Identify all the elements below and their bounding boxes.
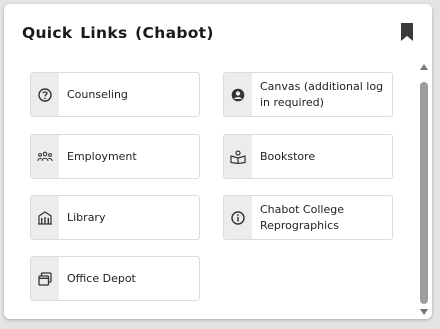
quick-links-card: Quick Links (Chabot) Counseling Canvas (… — [4, 4, 432, 319]
link-label: Counseling — [67, 87, 128, 101]
link-library[interactable]: Library — [30, 195, 200, 240]
link-label: Chabot College Reprographics — [260, 203, 344, 232]
bookmark-icon[interactable] — [400, 23, 414, 41]
library-building-icon — [38, 210, 52, 225]
link-label: Employment — [67, 149, 137, 163]
user-circle-icon — [231, 88, 245, 101]
widget-title: Quick Links (Chabot) — [22, 24, 214, 42]
link-employment[interactable]: Employment — [30, 134, 200, 179]
scrollbar-thumb[interactable] — [420, 82, 428, 304]
info-circle-icon — [231, 210, 245, 225]
question-circle-icon — [38, 87, 52, 102]
link-label: Office Depot — [67, 271, 136, 285]
link-reprographics[interactable]: Chabot College Reprographics — [223, 195, 393, 240]
link-bookstore[interactable]: Bookstore — [223, 134, 393, 179]
open-book-icon — [230, 149, 246, 164]
link-label: Library — [67, 210, 106, 224]
windows-stack-icon — [38, 271, 52, 286]
scroll-up-arrow-icon[interactable] — [419, 63, 429, 71]
scroll-down-arrow-icon[interactable] — [419, 308, 429, 316]
link-label: Canvas (additional log in required) — [260, 80, 384, 109]
people-group-icon — [37, 151, 53, 161]
link-counseling[interactable]: Counseling — [30, 72, 200, 117]
link-label: Bookstore — [260, 149, 316, 163]
link-office-depot[interactable]: Office Depot — [30, 256, 200, 301]
link-canvas[interactable]: Canvas (additional log in required) — [223, 72, 393, 117]
